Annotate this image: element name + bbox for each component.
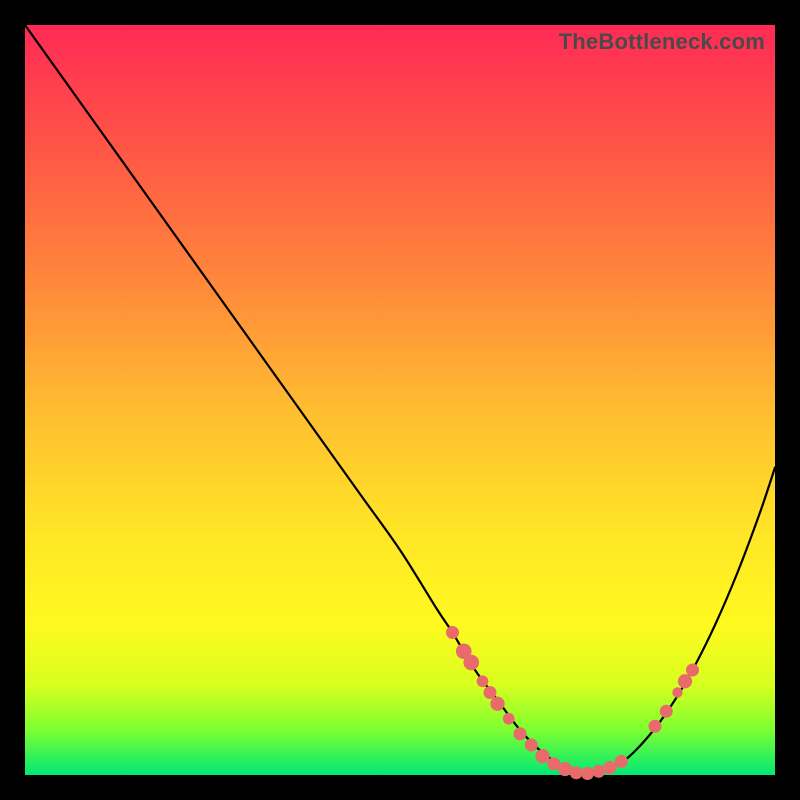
data-marker xyxy=(463,655,479,671)
data-marker xyxy=(581,767,594,780)
chart-plot-area: TheBottleneck.com xyxy=(25,25,775,775)
data-marker xyxy=(535,749,549,763)
data-marker xyxy=(477,675,489,687)
data-marker xyxy=(678,674,692,688)
chart-svg xyxy=(25,25,775,775)
data-marker xyxy=(672,687,682,697)
data-marker xyxy=(484,686,497,699)
marker-group xyxy=(446,626,699,780)
data-marker xyxy=(592,765,605,778)
data-marker xyxy=(615,755,628,768)
data-marker xyxy=(570,766,583,779)
data-marker xyxy=(490,697,504,711)
bottleneck-curve xyxy=(25,25,775,775)
data-marker xyxy=(503,713,515,725)
data-marker xyxy=(446,626,459,639)
data-marker xyxy=(686,664,699,677)
data-marker xyxy=(649,720,662,733)
data-marker xyxy=(660,705,673,718)
data-marker xyxy=(514,727,527,740)
data-marker xyxy=(525,739,538,752)
data-marker xyxy=(604,761,617,774)
